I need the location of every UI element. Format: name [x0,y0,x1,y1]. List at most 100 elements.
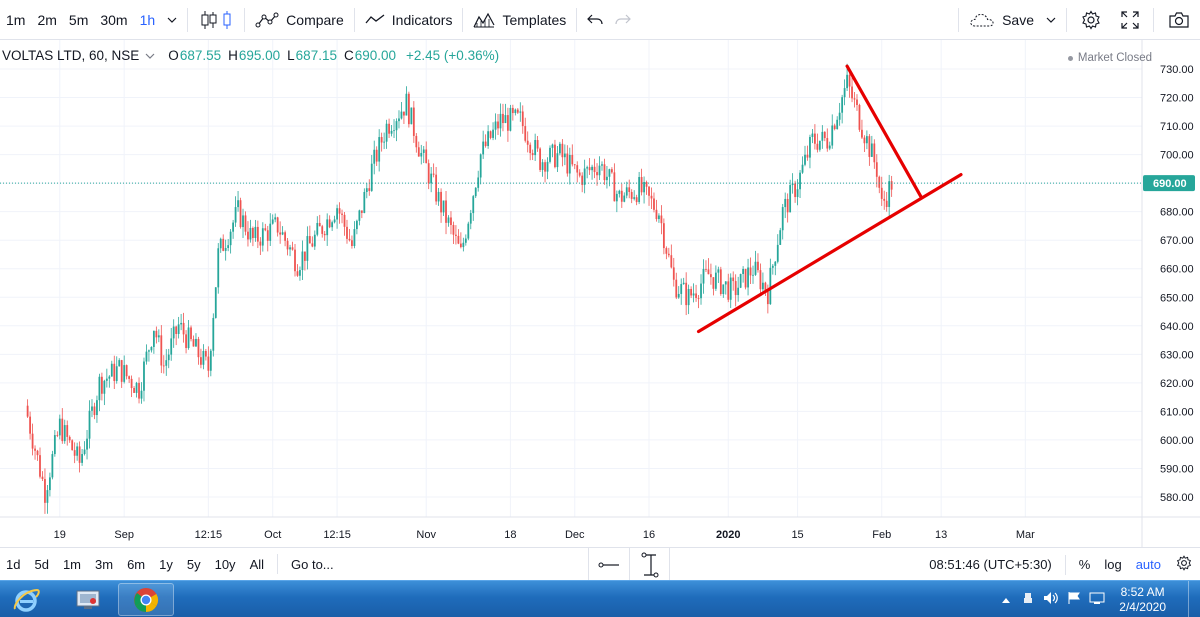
candle-body [667,253,670,256]
candle-body [427,163,430,184]
x-tick-label: 16 [643,529,655,541]
percent-toggle[interactable]: % [1072,557,1098,572]
save-button[interactable]: Save [963,0,1062,40]
candle-body [445,200,447,223]
candle-body [472,196,475,214]
candle-body [791,183,794,186]
interval-30m[interactable]: 30m [94,0,133,40]
candle-body [757,261,759,271]
start-button[interactable] [0,583,52,616]
usb-icon[interactable] [1021,591,1035,608]
candle-body [680,284,683,294]
redo-button[interactable] [609,0,637,40]
candle-body [677,293,680,298]
interval-2m[interactable]: 2m [31,0,62,40]
range-5y[interactable]: 5y [180,557,208,572]
candle-body [739,274,742,288]
measure-tool[interactable] [629,548,669,581]
candle-body [202,350,205,365]
candle-body [373,149,376,164]
network-icon[interactable] [1089,591,1105,608]
indicators-button[interactable]: Indicators [359,0,459,40]
system-clock[interactable]: 8:52 AM 2/4/2020 [1119,585,1166,615]
snapshot-button[interactable] [1158,0,1200,40]
range-all[interactable]: All [243,557,271,572]
fullscreen-button[interactable] [1111,0,1149,40]
candle-body [195,338,197,347]
candle-body [68,436,71,441]
candle-body [222,238,225,251]
candle-body [650,195,653,199]
candle-body [254,226,257,239]
candle-body [26,405,29,417]
settings-button[interactable] [1071,0,1111,40]
price-chart[interactable]: 580.00 590.00 600.00 610.00 620.00 630.00 640.… [0,40,1200,547]
candle-body [410,107,413,125]
candle-body [400,111,403,119]
divider [187,7,189,32]
candle-body [561,143,564,158]
save-dropdown-icon[interactable] [1046,12,1056,28]
auto-toggle[interactable]: auto [1129,557,1168,572]
candle-body [514,109,517,114]
candle-body [266,230,269,241]
volume-icon[interactable] [1043,591,1059,608]
candle-body [784,198,787,208]
candle-body [71,440,74,451]
divider [1066,8,1067,32]
candle-body [34,448,36,451]
interval-5m[interactable]: 5m [63,0,94,40]
chevron-down-icon[interactable] [145,51,155,61]
timezone-clock[interactable]: 08:51:46 (UTC+5:30) [922,557,1058,572]
divider [1153,8,1154,32]
range-5d[interactable]: 5d [27,557,55,572]
taskbar-app-remote[interactable] [60,583,116,616]
range-6m[interactable]: 6m [120,557,152,572]
compare-icon [255,11,279,29]
chart-settings-button[interactable] [1168,555,1200,574]
candle-body [502,113,504,124]
range-1y[interactable]: 1y [152,557,180,572]
templates-button[interactable]: Templates [467,0,572,40]
show-hidden-icons[interactable] [1001,593,1011,607]
compare-button[interactable]: Compare [249,0,350,40]
candle-body [120,360,123,382]
candle-body [799,172,801,190]
candle-body [588,167,591,171]
interval-1h[interactable]: 1h [134,0,162,40]
candle-body [383,141,386,143]
show-desktop-button[interactable] [1188,581,1200,617]
range-3m[interactable]: 3m [88,557,120,572]
flag-icon[interactable] [1067,591,1081,608]
candle-body [187,327,190,349]
range-1d[interactable]: 1d [0,557,27,572]
taskbar-app-chrome[interactable] [118,583,174,616]
log-toggle[interactable]: log [1097,557,1128,572]
candle-body [242,215,244,228]
candle-body [271,219,274,224]
candle-body [170,338,173,355]
chart-type-button[interactable] [192,0,240,40]
candle-body [638,177,641,203]
candle-body [662,223,665,249]
candle-body [474,187,477,197]
goto-button[interactable]: Go to... [284,557,341,572]
interval-1m[interactable]: 1m [0,0,31,40]
undo-button[interactable] [581,0,609,40]
candle-body [608,169,611,177]
range-1m[interactable]: 1m [56,557,88,572]
price-badge-label: 690.00 [1153,178,1187,190]
candle-body [504,115,507,124]
symbol-title[interactable]: VOLTAS LTD, 60, NSE [2,48,139,63]
candle-body [403,111,405,116]
candle-body [732,277,735,282]
candle-body [705,268,707,270]
candle-body [29,416,31,434]
candle-body [507,115,509,131]
horizontal-line-tool[interactable] [589,548,629,581]
candle-body [885,200,888,207]
candle-body [143,361,145,391]
range-10y[interactable]: 10y [208,557,243,572]
interval-dropdown[interactable] [161,0,183,40]
close-label: C [343,48,354,63]
